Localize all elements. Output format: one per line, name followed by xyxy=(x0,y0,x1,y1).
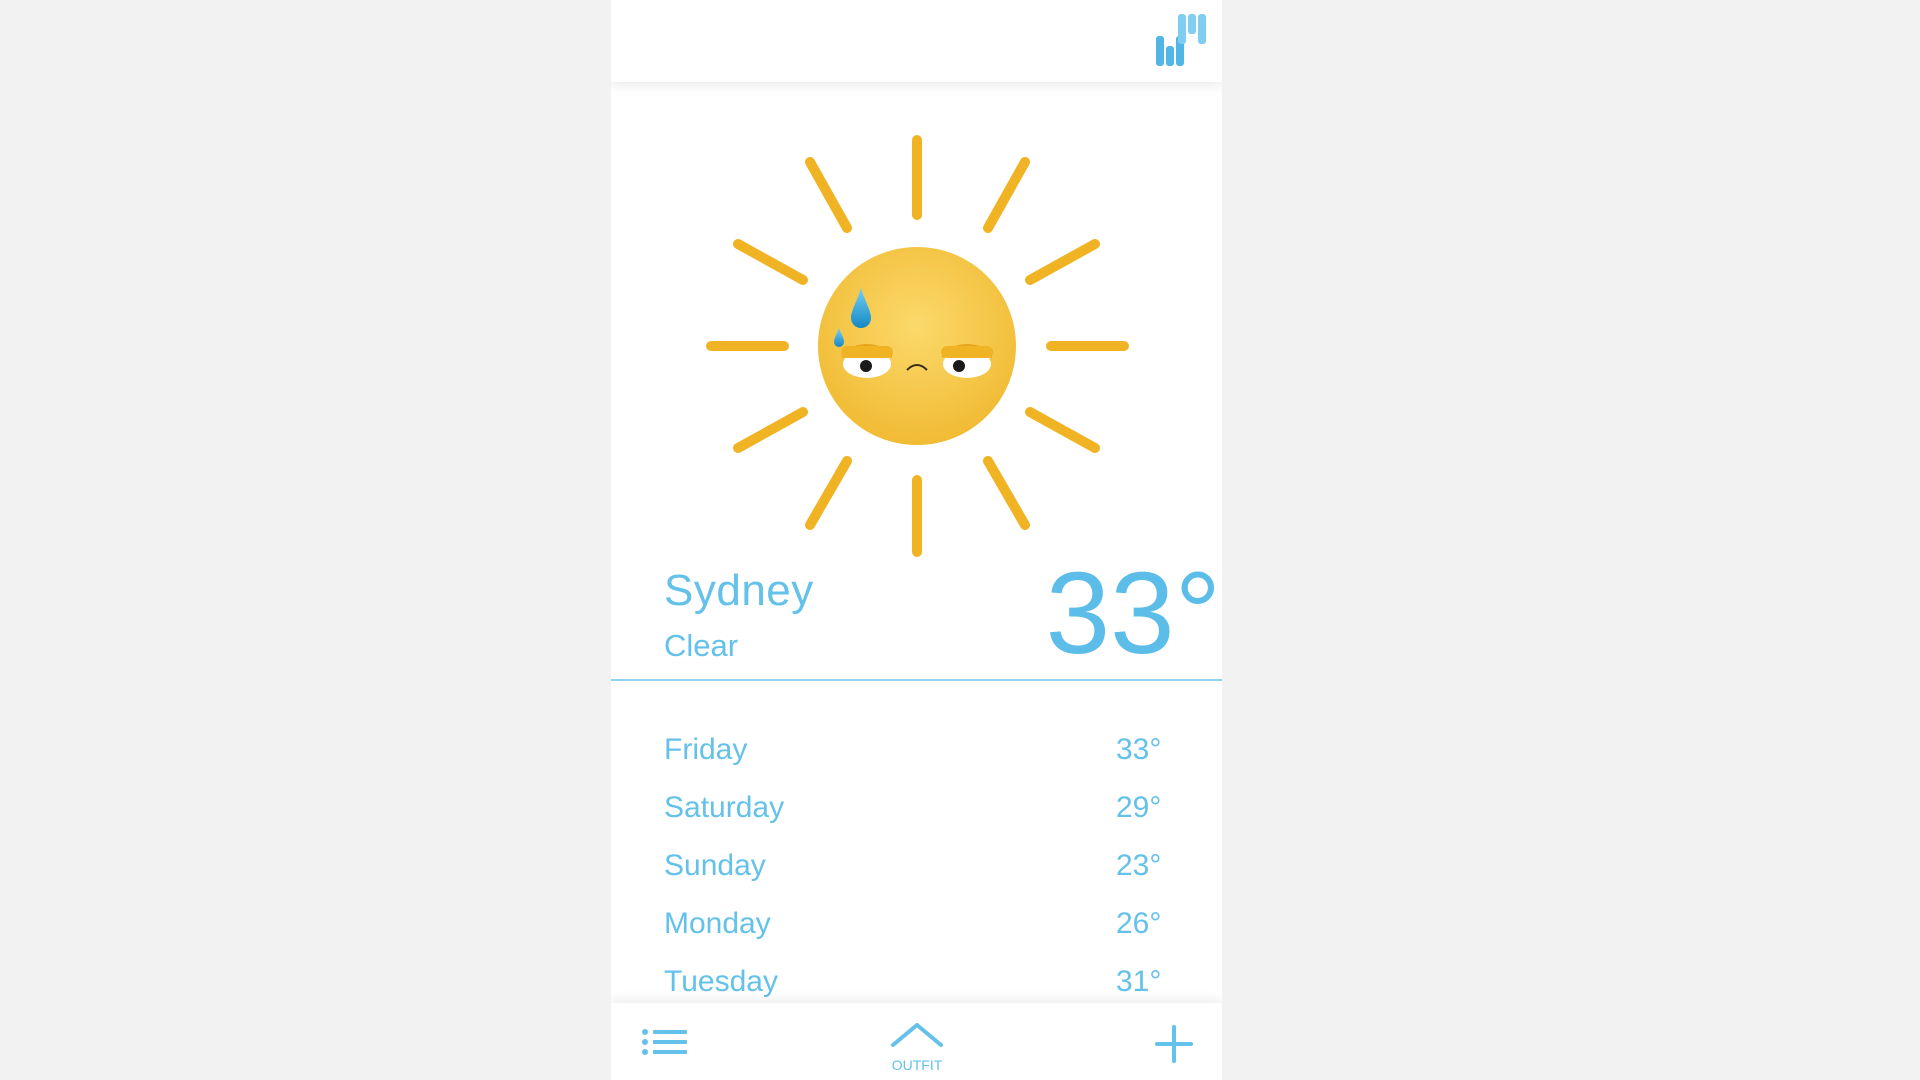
forecast-temp: 23° xyxy=(1116,849,1162,882)
forecast-day: Sunday xyxy=(664,849,766,882)
forecast-temp: 26° xyxy=(1116,907,1162,940)
forecast-row: Saturday 29° xyxy=(611,791,1222,849)
forecast-day: Saturday xyxy=(664,791,785,824)
forecast-day: Friday xyxy=(664,733,748,766)
forecast-temp: 33° xyxy=(1116,733,1162,766)
current-temperature: 33° xyxy=(1045,548,1221,678)
city-name: Sydney xyxy=(664,566,814,615)
forecast-list[interactable]: Friday 33° Saturday 29° Sunday 23° Monda… xyxy=(611,733,1222,1023)
plus-icon[interactable] xyxy=(1153,1023,1195,1065)
forecast-day: Tuesday xyxy=(664,965,778,998)
outfit-label: OUTFIT xyxy=(891,1057,943,1073)
outfit-button[interactable]: OUTFIT xyxy=(886,1011,948,1073)
wm-logo-icon[interactable] xyxy=(1152,12,1212,72)
sweating-sun-icon xyxy=(706,135,1129,557)
forecast-row: Sunday 23° xyxy=(611,849,1222,907)
weather-app-screen: Sydney Clear 33° Friday 33° Saturday 29°… xyxy=(611,0,1222,1080)
chevron-up-icon xyxy=(891,1023,943,1047)
divider xyxy=(611,679,1222,681)
forecast-row: Monday 26° xyxy=(611,907,1222,965)
bottom-bar: OUTFIT xyxy=(611,1003,1222,1080)
forecast-day: Monday xyxy=(664,907,771,940)
weather-condition: Clear xyxy=(664,628,739,663)
list-icon[interactable] xyxy=(641,1027,689,1061)
forecast-temp: 31° xyxy=(1116,965,1162,998)
forecast-row: Friday 33° xyxy=(611,733,1222,791)
top-bar xyxy=(611,0,1222,82)
forecast-temp: 29° xyxy=(1116,791,1162,824)
